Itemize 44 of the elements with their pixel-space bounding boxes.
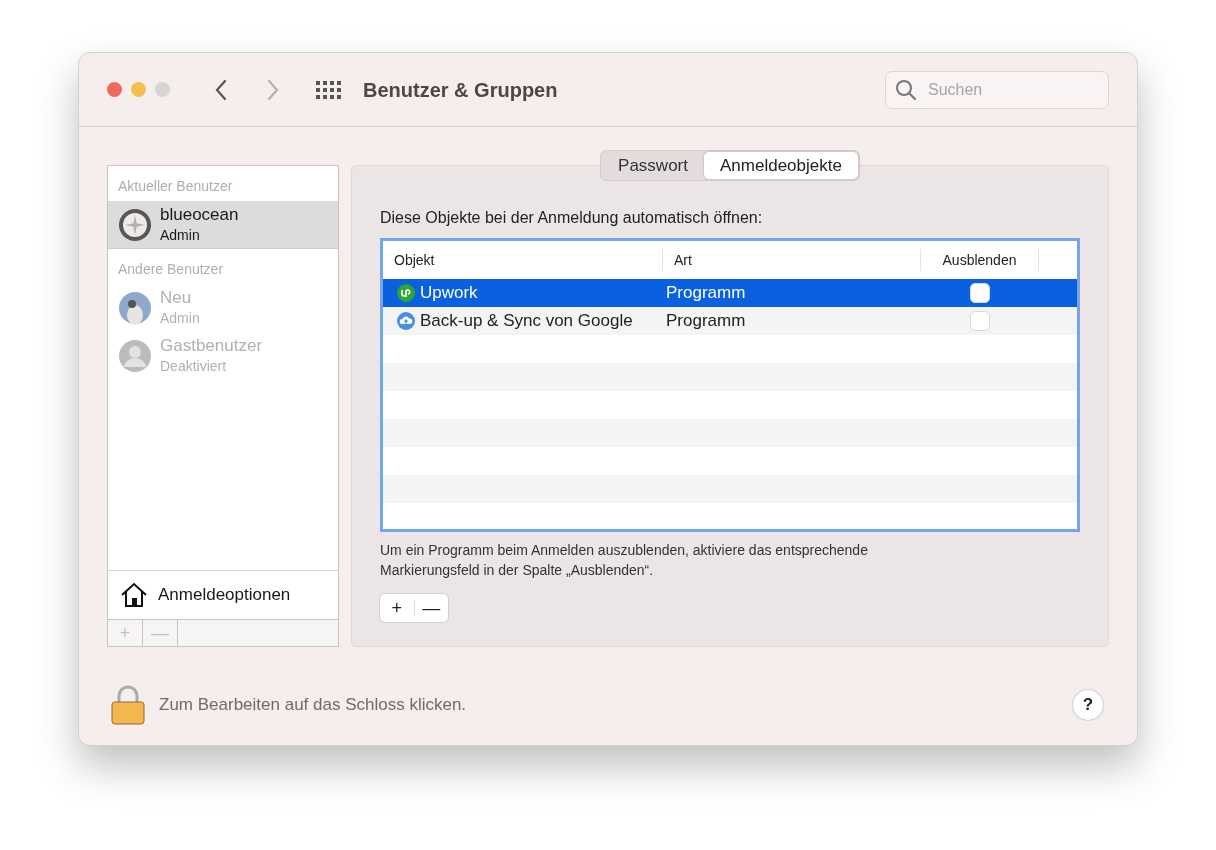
- search-field[interactable]: Suchen: [885, 70, 1109, 109]
- login-items-heading: Diese Objekte bei der Anmeldung automatisch öffnen:: [380, 208, 764, 228]
- house-icon: [120, 582, 148, 608]
- user-role: Admin: [160, 309, 200, 328]
- search-icon: [895, 78, 917, 101]
- app-name: Upwork: [420, 282, 478, 305]
- app-kind: Programm: [666, 283, 746, 303]
- padlock-icon[interactable]: [111, 685, 145, 725]
- app-logo-icon: [397, 284, 415, 302]
- lock-message: Zum Bearbeiten auf das Schloss klicken.: [159, 694, 467, 717]
- column-header[interactable]: Art: [674, 249, 692, 271]
- user-name: Gastbenutzer: [160, 336, 263, 356]
- checkbox[interactable]: [970, 283, 990, 303]
- section-heading: Aktueller Benutzer: [117, 177, 234, 196]
- person-silhouette-icon: [118, 339, 152, 373]
- back-chevron-icon[interactable]: [214, 78, 228, 101]
- checkbox[interactable]: [970, 311, 990, 331]
- zoom-button[interactable]: [155, 82, 170, 97]
- avatar-picture: [118, 207, 152, 242]
- app-name: Back-up & Sync von Google: [420, 310, 633, 333]
- user-name: blueocean: [160, 204, 239, 225]
- tab[interactable]: Anmeldeobjekte: [704, 152, 858, 179]
- window-title: Benutzer & Gruppen: [363, 77, 558, 103]
- minimize-button[interactable]: [131, 82, 146, 97]
- section-heading: Andere Benutzer: [117, 260, 225, 279]
- tab[interactable]: Passwort: [602, 152, 704, 179]
- table-row[interactable]: Back-up & Sync von Google Programm: [383, 307, 1077, 335]
- login-options-link[interactable]: Anmeldeoptionen: [158, 582, 291, 608]
- column-header[interactable]: Ausblenden: [942, 249, 1017, 271]
- column-header[interactable]: Objekt: [394, 249, 435, 271]
- add-button[interactable]: +: [380, 594, 414, 622]
- table-row[interactable]: Upwork Programm: [383, 279, 1077, 307]
- grid-icon[interactable]: [316, 80, 342, 99]
- hint-text: Um ein Programm beim Anmelden auszublenden, aktiviere das entsprechende Markierungsfeld in der Spalte „Ausblenden“.: [380, 541, 869, 580]
- close-button[interactable]: [107, 82, 122, 97]
- app-kind: Programm: [666, 311, 746, 331]
- avatar-picture: [118, 291, 152, 325]
- user-row[interactable]: blueocean Admin: [108, 201, 338, 249]
- user-role: Admin: [160, 225, 201, 245]
- user-name: Neu: [160, 288, 193, 308]
- cloud-upload-icon: [397, 312, 415, 330]
- remove-button[interactable]: —: [414, 594, 448, 622]
- help-button[interactable]: ?: [1073, 690, 1103, 720]
- user-role: Deaktiviert: [160, 357, 228, 376]
